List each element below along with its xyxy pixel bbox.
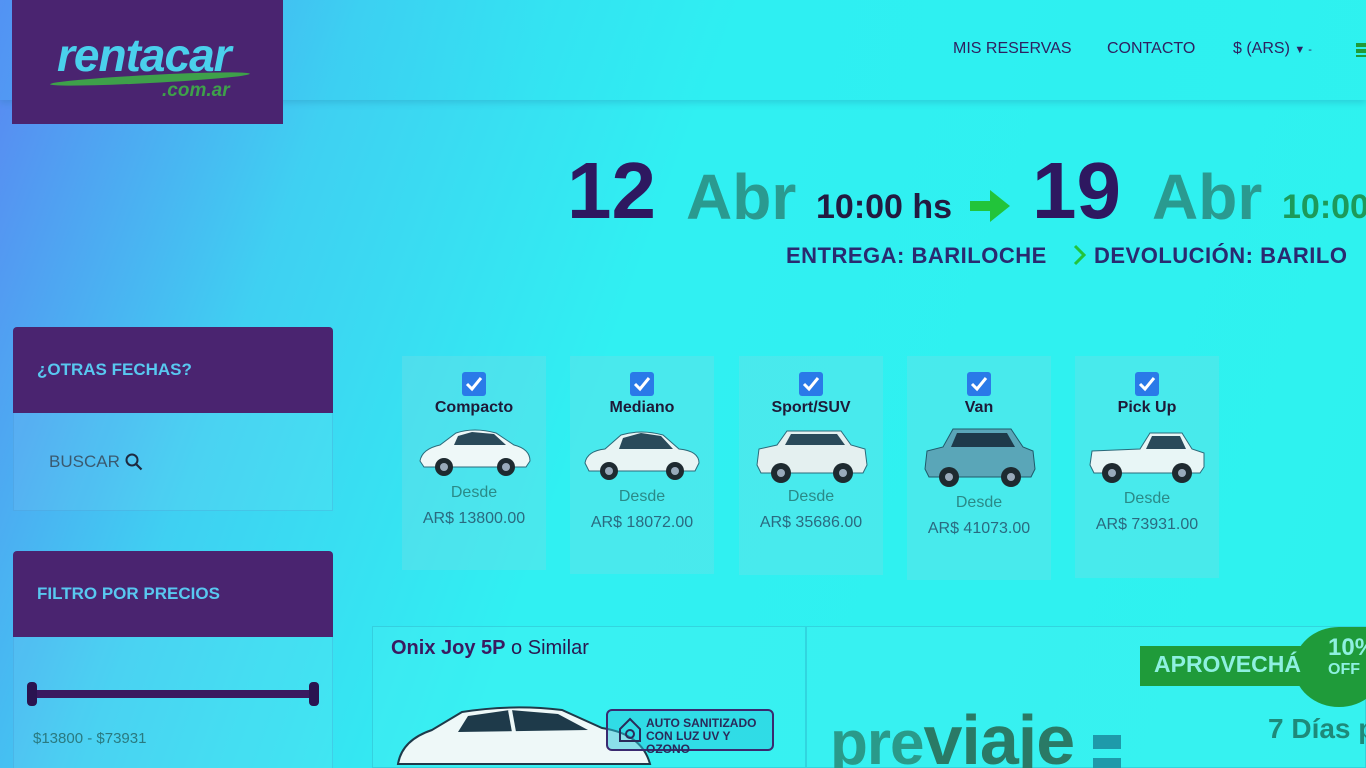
nav-contact[interactable]: CONTACTO: [1107, 40, 1195, 58]
category-checkbox[interactable]: [1135, 372, 1159, 396]
search-button[interactable]: BUSCAR: [49, 452, 143, 472]
language-flag-icon[interactable]: [1356, 43, 1366, 57]
chevron-down-icon: ▼ -: [1294, 44, 1312, 56]
car-similar-label: o Similar: [505, 637, 589, 659]
checkmark-icon: [465, 377, 483, 392]
spray-icon: [619, 717, 641, 742]
category-from-label: Desde: [618, 488, 666, 505]
car-model-title[interactable]: Onix Joy 5P o Similar: [391, 637, 589, 660]
van-car-image: [924, 428, 1036, 487]
arrow-right-icon: [970, 190, 1010, 222]
price-filter-body: [13, 637, 333, 768]
price-slider-track[interactable]: [30, 690, 318, 698]
category-name: Sport/SUV: [771, 399, 851, 416]
category-compacto[interactable]: Compacto Desde AR$ 13800.00: [402, 356, 546, 570]
suv-car-image: [756, 430, 868, 483]
search-icon: [125, 453, 143, 471]
checkmark-icon: [1138, 377, 1156, 392]
previaje-logo: previaje: [830, 700, 1075, 768]
category-van[interactable]: Van Desde AR$ 41073.00: [907, 356, 1051, 580]
return-location: DEVOLUCIÓN: BARILO: [1094, 243, 1348, 268]
category-name: Mediano: [609, 399, 675, 416]
car-model-name: Onix Joy 5P: [391, 637, 506, 659]
previaje-pre: pre: [830, 709, 924, 768]
other-dates-title: ¿OTRAS FECHAS?: [13, 327, 333, 413]
price-slider-max-handle[interactable]: [309, 682, 319, 706]
previaje-main: viaje: [923, 701, 1075, 768]
category-from-label: Desde: [787, 488, 835, 505]
category-price: AR$ 35686.00: [759, 514, 863, 531]
price-slider-min-handle[interactable]: [27, 682, 37, 706]
return-day: 19: [1032, 146, 1121, 235]
category-from-label: Desde: [955, 494, 1003, 511]
category-from-label: Desde: [1123, 490, 1171, 507]
return-time: 10:00: [1282, 188, 1366, 226]
previaje-equals-top: [1093, 735, 1121, 749]
category-name: Compacto: [434, 399, 514, 416]
pickup-location: ENTREGA: BARILOCHE: [786, 243, 1047, 268]
category-name: Pick Up: [1117, 399, 1177, 416]
search-label: BUSCAR: [49, 452, 120, 471]
price-filter-title: FILTRO POR PRECIOS: [13, 551, 333, 637]
logo-wordmark: rentacar: [57, 29, 232, 81]
logo-domain: .com.ar: [162, 80, 230, 101]
pickup-time: 10:00 hs: [816, 188, 953, 226]
checkmark-icon: [802, 377, 820, 392]
rental-days-label: 7 Días p: [1268, 713, 1366, 744]
category-price: AR$ 13800.00: [422, 510, 526, 527]
category-pick-up[interactable]: Pick Up Desde AR$ 73931.00: [1075, 356, 1219, 578]
pickup-month: Abr: [686, 161, 797, 233]
pickup-truck-image: [1089, 432, 1205, 483]
category-sport-suv[interactable]: Sport/SUV Desde AR$ 35686.00: [739, 356, 883, 575]
category-checkbox[interactable]: [462, 372, 486, 396]
category-price: AR$ 41073.00: [927, 520, 1031, 537]
pickup-day: 12: [567, 146, 656, 235]
sanitized-line-2: CON LUZ UV Y OZONO: [646, 729, 731, 756]
nav-my-reservations[interactable]: MIS RESERVAS: [953, 40, 1072, 58]
category-mediano[interactable]: Mediano Desde AR$ 18072.00: [570, 356, 714, 574]
category-price: AR$ 73931.00: [1095, 516, 1199, 533]
category-price: AR$ 18072.00: [590, 514, 694, 531]
rentacar-logo[interactable]: rentacar .com.ar: [12, 0, 283, 124]
currency-dropdown[interactable]: $ (ARS) ▼ -: [1233, 40, 1312, 58]
promo-ribbon: APROVECHÁ: [1140, 646, 1320, 686]
discount-percent: 10%: [1328, 634, 1366, 661]
category-name: Van: [964, 399, 994, 416]
sanitized-badge: AUTO SANITIZADO CON LUZ UV Y OZONO: [606, 709, 774, 756]
other-dates-panel: ¿OTRAS FECHAS?: [13, 327, 333, 511]
compact-car-image: [419, 429, 531, 476]
category-from-label: Desde: [450, 484, 498, 501]
checkmark-icon: [970, 377, 988, 392]
discount-off-label: OFF: [1328, 661, 1360, 678]
category-checkbox[interactable]: [630, 372, 654, 396]
currency-label: $ (ARS): [1233, 40, 1290, 57]
previaje-equals-bottom: [1093, 758, 1121, 768]
chevron-right-icon: [1073, 244, 1087, 266]
category-checkbox[interactable]: [967, 372, 991, 396]
checkmark-icon: [633, 377, 651, 392]
return-month: Abr: [1152, 161, 1263, 233]
price-range-label: $13800 - $73931: [33, 730, 147, 747]
sedan-car-image: [584, 431, 700, 480]
category-checkbox[interactable]: [799, 372, 823, 396]
